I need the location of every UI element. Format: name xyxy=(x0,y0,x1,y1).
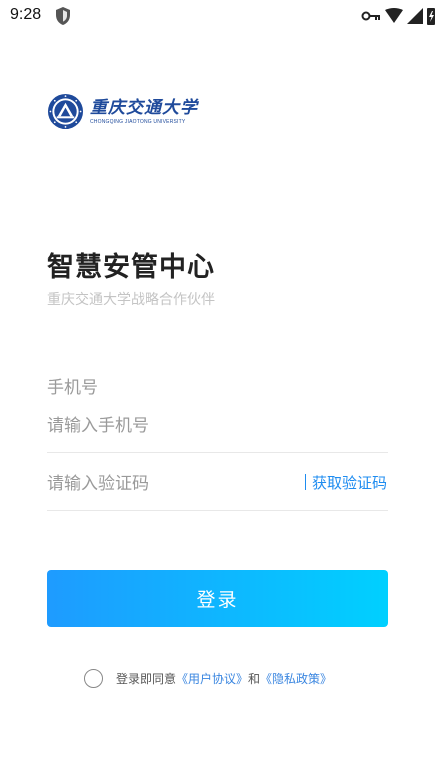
agreement-row: 登录即同意 《用户协议》 和 《隐私政策》 xyxy=(84,669,332,688)
wifi-icon xyxy=(385,8,403,23)
login-button[interactable]: 登录 xyxy=(47,570,388,627)
agreement-conjunction: 和 xyxy=(248,672,261,686)
university-seal-icon xyxy=(47,93,84,130)
status-bar: 9:28 xyxy=(0,0,435,32)
code-divider xyxy=(47,510,388,511)
get-code-separator xyxy=(304,474,306,490)
logo-name-cn: 重庆交通大学 xyxy=(90,98,198,118)
phone-input[interactable] xyxy=(47,410,387,442)
logo-text: 重庆交通大学 CHONGQING JIAOTONG UNIVERSITY xyxy=(90,98,198,125)
battery-icon xyxy=(427,8,435,25)
page-subtitle: 重庆交通大学战略合作伙伴 xyxy=(47,292,215,308)
signal-icon xyxy=(407,8,423,24)
verification-code-input[interactable] xyxy=(47,468,287,500)
status-time: 9:28 xyxy=(10,6,42,23)
university-logo: 重庆交通大学 CHONGQING JIAOTONG UNIVERSITY xyxy=(47,93,198,130)
status-icons xyxy=(361,7,435,25)
logo-name-en: CHONGQING JIAOTONG UNIVERSITY xyxy=(90,119,186,125)
shield-icon xyxy=(56,7,70,25)
phone-label: 手机号 xyxy=(47,378,98,398)
vpn-key-icon xyxy=(361,11,380,21)
agreement-checkbox[interactable] xyxy=(84,669,103,688)
phone-divider xyxy=(47,452,388,453)
page-title: 智慧安管中心 xyxy=(47,252,215,283)
agreement-prefix: 登录即同意 xyxy=(116,672,177,686)
get-code-button[interactable]: 获取验证码 xyxy=(304,472,387,493)
get-code-label: 获取验证码 xyxy=(311,474,387,492)
privacy-policy-link[interactable]: 《隐私政策》 xyxy=(260,670,332,687)
user-agreement-link[interactable]: 《用户协议》 xyxy=(176,670,248,687)
